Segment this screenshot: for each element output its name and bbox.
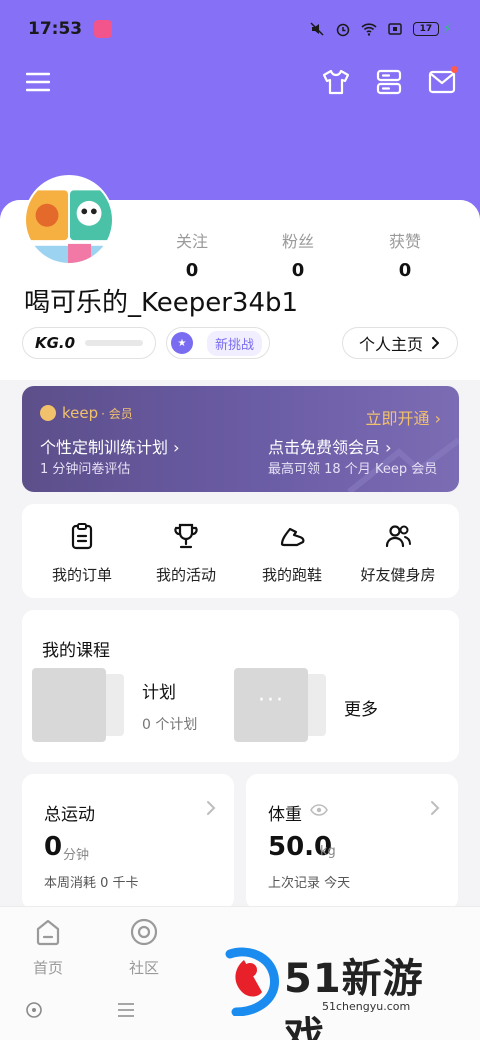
tab-label: 首页 xyxy=(32,959,63,977)
avatar[interactable] xyxy=(24,175,114,265)
watermark-text: 51新游戏 xyxy=(284,956,424,1040)
quick-label: 我的活动 xyxy=(155,566,216,584)
exercise-card[interactable]: 总运动 0 分钟 本周消耗 0 千卡 xyxy=(22,774,234,910)
stat-label: 获赞 xyxy=(388,232,421,251)
my-courses-card: 我的课程 计划 0 个计划 ··· 更多 xyxy=(22,610,459,762)
trophy-icon xyxy=(174,523,198,549)
nav-menu-icon[interactable] xyxy=(116,1000,136,1020)
badge-icon: ★ xyxy=(171,332,193,354)
keep-brand: keep xyxy=(62,404,99,422)
status-time: 17:53 xyxy=(28,19,83,39)
exercise-title: 总运动 xyxy=(44,805,95,825)
top-bar xyxy=(0,62,480,102)
avatar-image xyxy=(26,177,112,263)
stat-followers[interactable]: 粉丝 0 xyxy=(258,228,338,281)
stat-label: 关注 xyxy=(175,232,208,251)
tshirt-icon xyxy=(322,69,350,95)
mail-icon xyxy=(428,70,456,94)
quick-gym[interactable]: 好友健身房 xyxy=(350,522,446,585)
stat-value: 0 xyxy=(398,260,412,281)
keep-member-logo: keep · 会员 xyxy=(40,404,133,422)
app-notification-icon xyxy=(94,20,113,38)
homepage-label: 个人主页 xyxy=(359,335,424,354)
eye-icon[interactable] xyxy=(310,804,328,816)
custom-plan-sub: 1 分钟问卷评估 xyxy=(40,462,131,477)
quick-shoes[interactable]: 我的跑鞋 xyxy=(244,522,340,585)
free-member-sub: 最高可领 18 个月 Keep 会员 xyxy=(268,462,438,477)
plan-count: 0 个计划 xyxy=(142,717,198,733)
homepage-button[interactable]: 个人主页 xyxy=(342,327,458,359)
tab-label: 社区 xyxy=(128,959,159,977)
unread-dot xyxy=(451,66,458,73)
challenge-label: 新挑战 xyxy=(207,330,263,356)
messages-button[interactable] xyxy=(422,62,462,102)
open-vip-link[interactable]: 立即开通 › xyxy=(366,405,442,429)
stat-likes[interactable]: 获赞 0 xyxy=(365,228,445,281)
courses-title: 我的课程 xyxy=(42,641,110,661)
free-member-title[interactable]: 点击免费领会员 › xyxy=(268,434,392,458)
weight-card[interactable]: 体重 50.0 kg 上次记录 今天 xyxy=(246,774,458,910)
quick-activities[interactable]: 我的活动 xyxy=(138,522,234,585)
watermark-logo xyxy=(225,947,279,1016)
exercise-value: 0 xyxy=(44,832,63,862)
member-label: · 会员 xyxy=(101,406,133,421)
chevron-right-icon xyxy=(431,801,440,815)
clipboard-icon xyxy=(71,523,93,550)
chevron-right-icon xyxy=(432,337,440,349)
vip-banner[interactable]: keep · 会员 立即开通 › 个性定制训练计划 › 1 分钟问卷评估 点击免… xyxy=(22,386,459,492)
chevron-right-icon xyxy=(207,801,216,815)
home-icon xyxy=(36,919,60,946)
weight-sub: 上次记录 今天 xyxy=(268,876,351,891)
stat-following[interactable]: 关注 0 xyxy=(152,228,232,281)
sim-icon xyxy=(388,23,402,35)
status-bar: 17:53 17 ⚡ xyxy=(0,0,480,58)
weight-unit: kg xyxy=(320,844,336,859)
weight-title: 体重 xyxy=(268,805,302,825)
plan-thumbnail xyxy=(32,668,106,742)
shoe-icon xyxy=(280,527,305,547)
kg-progress-bar xyxy=(85,340,144,346)
nav-back-icon[interactable] xyxy=(24,1000,44,1020)
quick-actions: 我的订单 我的活动 我的跑鞋 好友健身房 xyxy=(22,504,459,598)
outfit-button[interactable] xyxy=(316,62,356,102)
kg-level: KG.0 xyxy=(35,334,76,352)
quick-label: 我的订单 xyxy=(51,566,112,584)
server-icon xyxy=(376,69,402,95)
kg-level-pill[interactable]: KG.0 xyxy=(22,327,156,359)
stat-value: 0 xyxy=(185,260,199,281)
username: 喝可乐的_Keeper34b1 xyxy=(24,288,299,318)
tab-home[interactable]: 首页 xyxy=(18,917,78,978)
challenge-pill[interactable]: ★ 新挑战 xyxy=(166,327,270,359)
stat-value: 0 xyxy=(291,260,305,281)
exercise-sub: 本周消耗 0 千卡 xyxy=(44,876,139,891)
tab-community[interactable]: 社区 xyxy=(114,917,174,978)
watermark: 51新游戏 51chengyu.com xyxy=(222,942,462,1040)
battery-icon: 17 xyxy=(412,22,439,36)
charging-icon: ⚡ xyxy=(442,21,452,37)
custom-plan-title[interactable]: 个性定制训练计划 › xyxy=(40,434,180,458)
keep-logo-icon xyxy=(40,405,56,421)
quick-label: 我的跑鞋 xyxy=(261,566,322,584)
devices-button[interactable] xyxy=(369,62,409,102)
alarm-icon xyxy=(336,23,350,37)
exercise-unit: 分钟 xyxy=(63,848,90,863)
hamburger-icon xyxy=(26,72,50,92)
open-vip-label: 立即开通 xyxy=(365,409,430,428)
free-member-label: 点击免费领会员 xyxy=(268,438,381,457)
watermark-url: 51chengyu.com xyxy=(322,1000,411,1013)
stat-label: 粉丝 xyxy=(281,232,314,251)
friends-icon xyxy=(385,525,411,548)
community-icon xyxy=(130,918,158,946)
menu-button[interactable] xyxy=(18,62,58,102)
mute-icon xyxy=(310,22,324,36)
plan-name: 计划 xyxy=(142,683,176,703)
wifi-icon xyxy=(361,23,377,36)
custom-plan-label: 个性定制训练计划 xyxy=(40,438,169,457)
more-dots-icon: ··· xyxy=(258,688,285,713)
quick-orders[interactable]: 我的订单 xyxy=(34,522,130,585)
quick-label: 好友健身房 xyxy=(360,566,436,584)
more-label: 更多 xyxy=(344,700,378,720)
